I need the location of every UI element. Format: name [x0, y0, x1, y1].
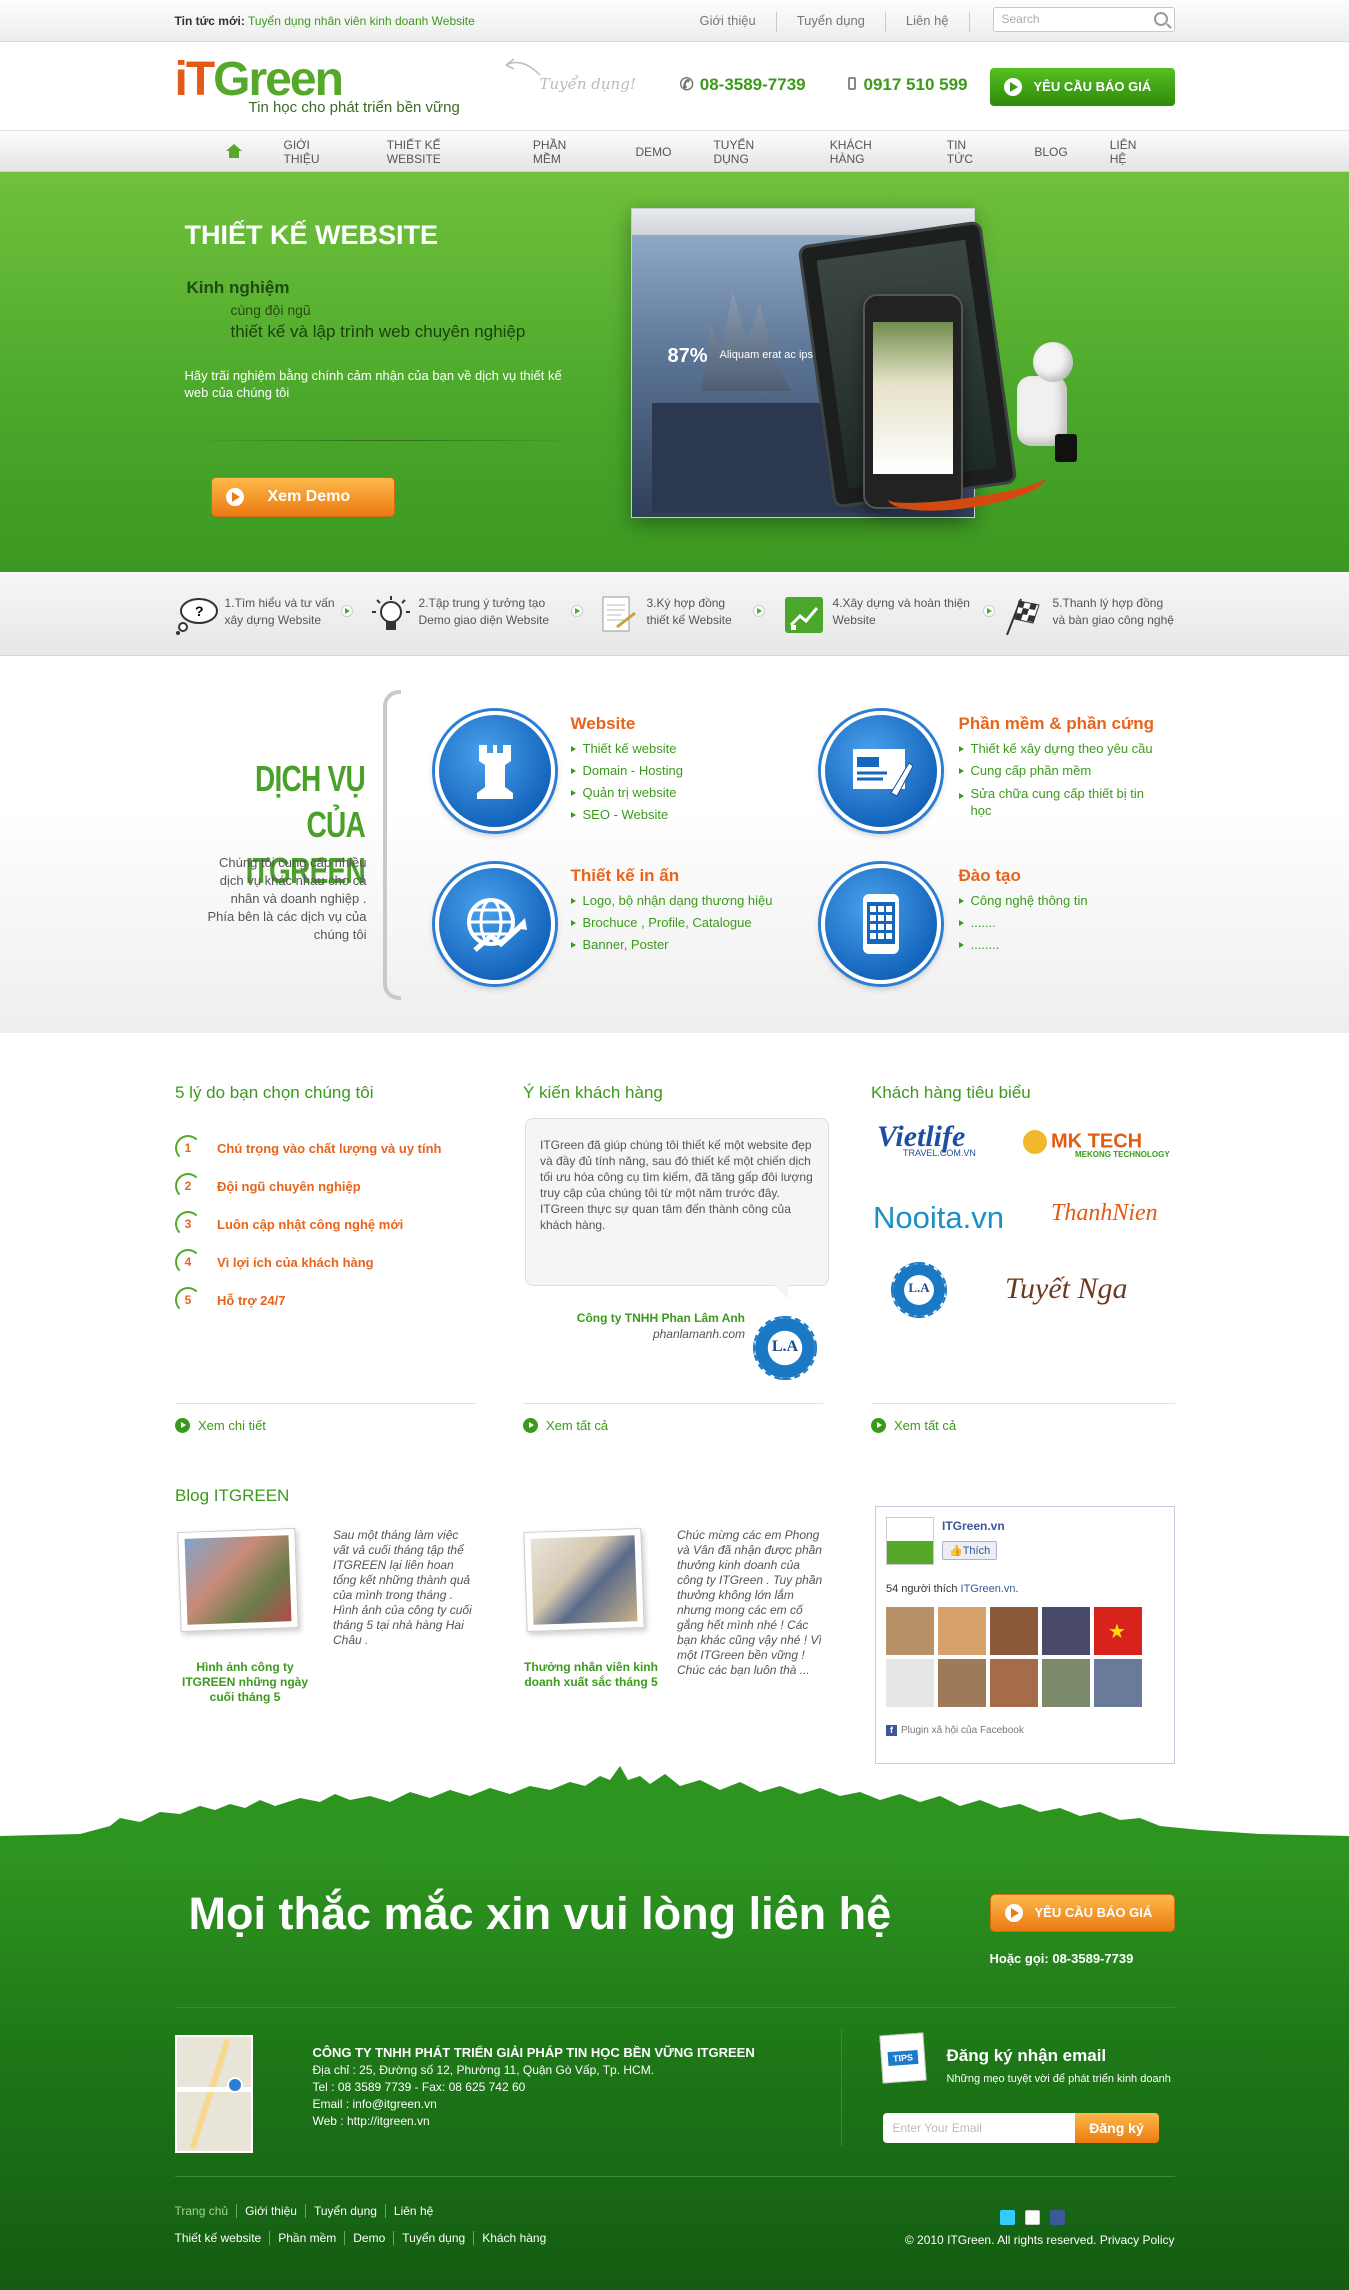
play-icon	[1004, 1904, 1023, 1922]
tips-mail-icon: TIPS	[878, 2032, 927, 2084]
footer-link-software[interactable]: Phần mềm	[269, 2231, 344, 2245]
footer-company-name: CÔNG TY TNHH PHÁT TRIỂN GIẢI PHÁP TIN HỌ…	[312, 2045, 755, 2060]
reason-item: 3 Luôn cập nhật công nghệ mới	[175, 1211, 403, 1237]
reason-item: 2 Đội ngũ chuyên nghiệp	[175, 1173, 361, 1199]
reason-item: 1 Chú trọng vào chất lượng và uy tính	[175, 1135, 442, 1161]
footer-copyright: © 2010 ITGreen. All rights reserved. Pri…	[904, 2233, 1175, 2247]
google-icon[interactable]	[1024, 2210, 1040, 2225]
footer: Mọi thắc mắc xin vui lòng liên hệ YÊU CẦ…	[0, 1858, 1349, 2290]
footer-link-web-design[interactable]: Thiết kế website	[175, 2231, 270, 2245]
footer-link-careers[interactable]: Tuyển dụng	[304, 2204, 385, 2218]
newsletter-subtitle: Những mẹo tuyệt vời để phát triển kinh d…	[946, 2073, 1171, 2085]
facebook-icon[interactable]	[1049, 2210, 1065, 2225]
footer-address: Địa chỉ : 25, Đường số 12, Phường 11, Qu…	[312, 2063, 655, 2077]
fan-avatar[interactable]	[938, 1607, 986, 1655]
reason-item: 5 Hỗ trợ 24/7	[175, 1287, 286, 1313]
client-logo-vietlife[interactable]: Vietlife TRAVEL.COM.VN	[877, 1120, 976, 1158]
testimonials-more-link[interactable]: Xem tất cả	[523, 1418, 608, 1433]
blog-photo-2[interactable]	[523, 1527, 645, 1633]
privacy-policy-link[interactable]: Privacy Policy	[1100, 2233, 1175, 2247]
divider	[174, 2007, 1175, 2008]
fan-avatar[interactable]	[938, 1659, 986, 1707]
client-logo-la[interactable]: L.A	[891, 1262, 947, 1318]
facebook-page-avatar[interactable]	[886, 1517, 934, 1565]
blog-title-1[interactable]: Hình ảnh công ty ITGREEN những ngày cuối…	[175, 1660, 315, 1705]
facebook-like-button[interactable]: 👍Thích	[942, 1541, 998, 1560]
divider	[523, 1403, 823, 1404]
fan-avatar[interactable]	[1042, 1659, 1090, 1707]
fan-avatar[interactable]	[1094, 1659, 1142, 1707]
client-seal-logo: L.A	[753, 1316, 817, 1380]
map-pin-icon	[226, 2077, 243, 2093]
fan-avatar[interactable]	[886, 1607, 934, 1655]
facebook-fans: ★	[886, 1607, 1142, 1707]
blog-excerpt-1: Sau một tháng làm việc vất vả cuối tháng…	[333, 1528, 472, 1647]
facebook-plugin-label: f Plugin xã hội của Facebook	[886, 1725, 1024, 1736]
blog-excerpt-2: Chúc mừng các em Phong và Vân đã nhận đư…	[677, 1528, 823, 1677]
client-logo-thanhnien[interactable]: ThanhNien	[1051, 1200, 1158, 1227]
testimonial-site[interactable]: phanlamanh.com	[525, 1326, 745, 1342]
footer-link-demo[interactable]: Demo	[344, 2231, 393, 2245]
fan-avatar[interactable]	[990, 1659, 1038, 1707]
arrow-circle-icon	[175, 1418, 190, 1433]
arrow-circle-icon	[871, 1418, 886, 1433]
divider	[840, 2028, 842, 2146]
footer-hotline: Hoặc gọi: 08-3589-7739	[989, 1951, 1134, 1966]
twitter-icon[interactable]	[999, 2210, 1015, 2225]
divider	[175, 1403, 475, 1404]
testimonial-quote: ITGreen đã giúp chúng tôi thiết kế một w…	[525, 1118, 829, 1299]
footer-company-info: CÔNG TY TNHH PHÁT TRIỂN GIẢI PHÁP TIN HỌ…	[313, 2044, 755, 2130]
client-logo-nooita[interactable]: Nooita.vn	[873, 1200, 1004, 1236]
footer-links-primary: Trang chủ Giới thiệu Tuyển dụng Liên hệ	[175, 2204, 442, 2218]
footer-tel: Tel : 08 3589 7739 - Fax: 08 625 742 60	[312, 2080, 526, 2094]
reason-item: 4 Vì lợi ích của khách hàng	[175, 1249, 374, 1275]
footer-request-quote-button[interactable]: YÊU CẦU BÁO GIÁ	[989, 1894, 1175, 1932]
footer-link-careers-2[interactable]: Tuyển dụng	[393, 2231, 473, 2245]
newsletter-email-input[interactable]: Enter Your Email	[882, 2113, 1079, 2143]
thumbs-up-icon: 👍	[949, 1545, 963, 1557]
reasons-more-link[interactable]: Xem chi tiết	[175, 1418, 266, 1433]
fan-avatar[interactable]	[990, 1607, 1038, 1655]
blog-title-2[interactable]: Thưởng nhân viên kinh doanh xuất sắc thá…	[521, 1660, 661, 1690]
city-skyline	[0, 1766, 1349, 1860]
blog-photo-1[interactable]	[177, 1527, 299, 1633]
location-map[interactable]	[174, 2035, 253, 2153]
newsletter-title: Đăng ký nhận email	[946, 2046, 1107, 2065]
testimonial-company: Công ty TNHH Phan Lâm Anh	[576, 1311, 745, 1325]
facebook-icon: f	[886, 1725, 897, 1736]
footer-link-about[interactable]: Giới thiệu	[236, 2204, 305, 2218]
facebook-like-count: 54 người thích ITGreen.vn.	[886, 1583, 1019, 1595]
footer-links-secondary: Thiết kế website Phần mềm Demo Tuyển dụn…	[175, 2231, 555, 2245]
client-logo-tuyetnga[interactable]: Tuyết Nga	[1005, 1272, 1128, 1306]
facebook-page-name[interactable]: ITGreen.vn	[942, 1519, 1005, 1533]
footer-web[interactable]: Web : http://itgreen.vn	[313, 2113, 755, 2130]
arrow-circle-icon	[523, 1418, 538, 1433]
divider	[871, 1403, 1175, 1404]
testimonial-heading: Ý kiến khách hàng	[523, 1083, 663, 1102]
clients-more-link[interactable]: Xem tất cả	[871, 1418, 956, 1433]
mktech-emblem-icon	[1023, 1130, 1047, 1154]
fan-avatar[interactable]	[886, 1659, 934, 1707]
clients-heading: Khách hàng tiêu biểu	[871, 1083, 1031, 1102]
footer-cta-title: Mọi thắc mắc xin vui lòng liên hệ	[188, 1888, 892, 1939]
testimonial-author: Công ty TNHH Phan Lâm Anh phanlamanh.com	[525, 1310, 745, 1342]
footer-link-clients[interactable]: Khách hàng	[473, 2231, 554, 2245]
newsletter-subscribe-button[interactable]: Đăng ký	[1074, 2113, 1159, 2143]
footer-email[interactable]: Email : info@itgreen.vn	[313, 2096, 755, 2113]
reasons-heading: 5 lý do bạn chọn chúng tôi	[175, 1083, 374, 1102]
divider	[174, 2176, 1175, 2177]
footer-link-home[interactable]: Trang chủ	[175, 2204, 237, 2218]
client-logo-mktech[interactable]: MK TECH MEKONG TECHNOLOGY	[1023, 1130, 1170, 1159]
blog-heading: Blog ITGREEN	[175, 1486, 290, 1505]
footer-link-contact[interactable]: Liên hệ	[384, 2204, 441, 2218]
fan-avatar[interactable]: ★	[1094, 1607, 1142, 1655]
facebook-widget: ITGreen.vn 👍Thích 54 người thích ITGreen…	[875, 1506, 1175, 1764]
fan-avatar[interactable]	[1042, 1607, 1090, 1655]
